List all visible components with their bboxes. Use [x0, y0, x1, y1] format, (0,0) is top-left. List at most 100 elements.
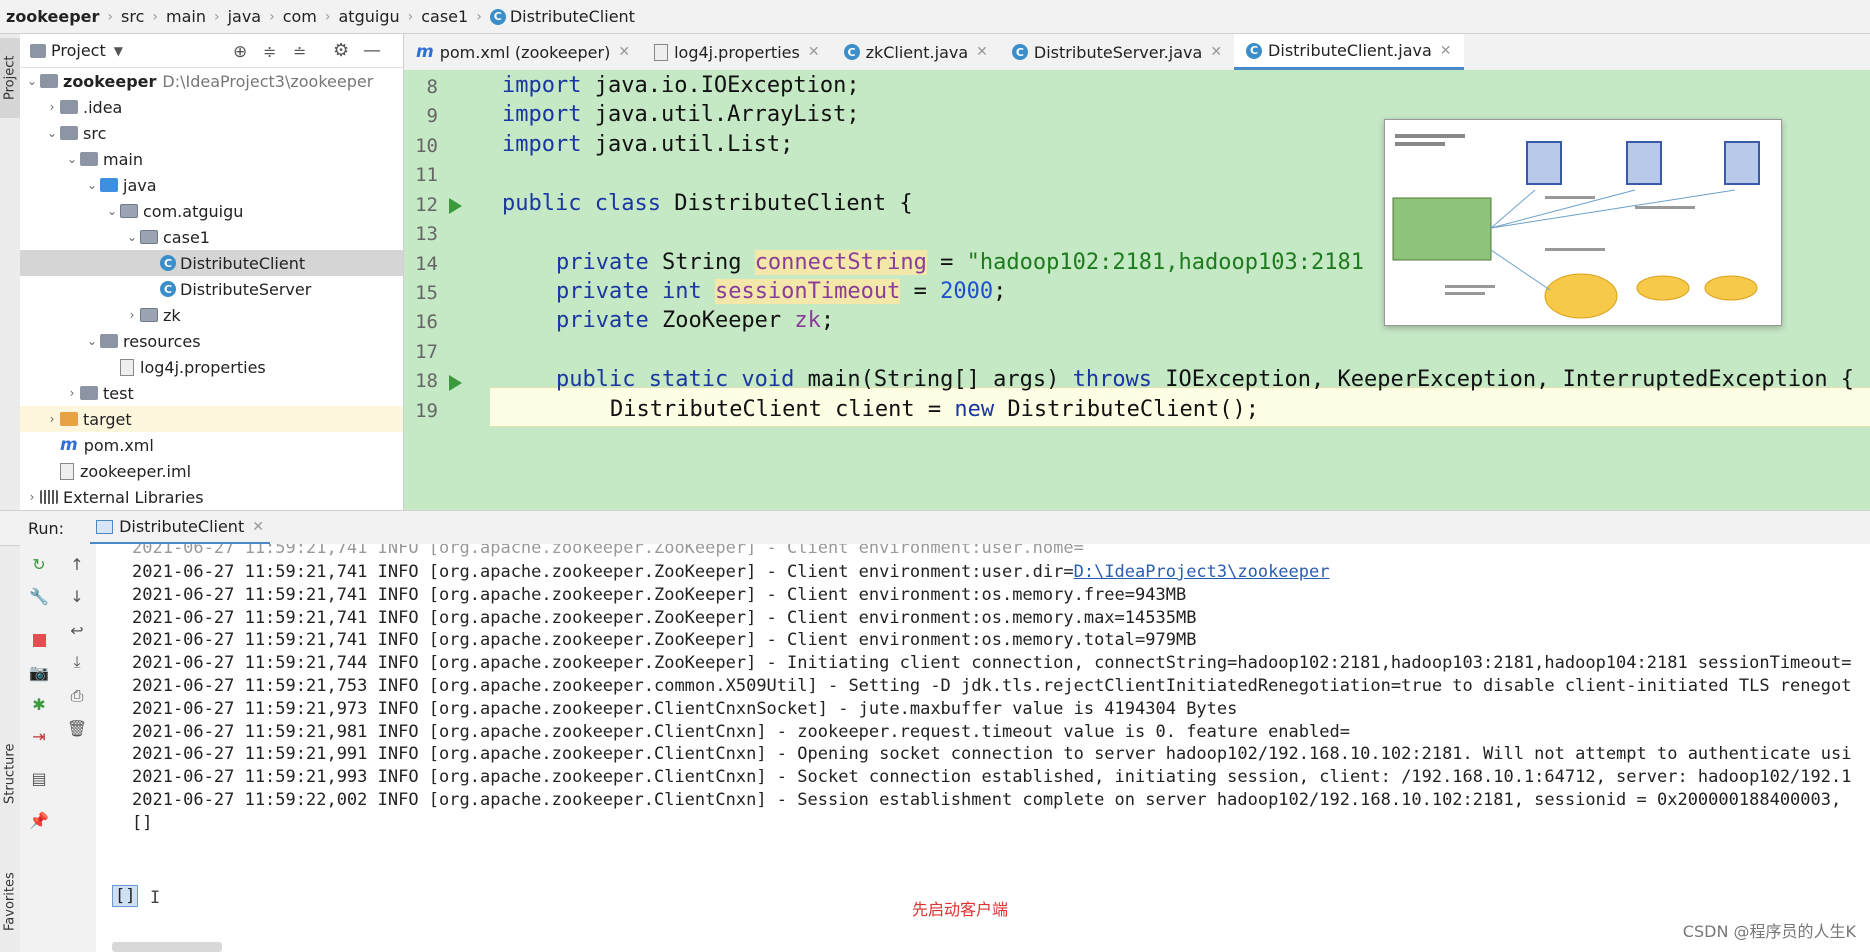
tree-item-label: External Libraries — [63, 487, 204, 507]
chevron-right-icon: › — [213, 8, 220, 25]
tree-item[interactable]: ⌄ main — [20, 146, 403, 172]
tree-item[interactable]: › target — [20, 406, 403, 432]
run-gutter-icon[interactable] — [449, 375, 462, 391]
chevron-down-icon[interactable]: ▼ — [114, 44, 123, 58]
line-number: 15 — [415, 282, 438, 304]
file-icon — [120, 358, 134, 376]
class-icon: C — [1246, 42, 1263, 59]
code-line: public static void main(String[] args) t… — [556, 367, 1855, 392]
chevron-right-icon[interactable]: › — [64, 386, 80, 400]
line-number: 13 — [415, 223, 438, 245]
tree-item[interactable]: ⌄ src — [20, 120, 403, 146]
chevron-down-icon[interactable]: ⌄ — [44, 126, 60, 140]
chevron-right-icon[interactable]: › — [44, 412, 60, 426]
tree-item[interactable]: log4j.properties — [20, 354, 403, 380]
file-icon — [60, 462, 74, 480]
locate-icon[interactable]: ⊕ — [233, 42, 247, 62]
close-icon[interactable]: ✕ — [808, 44, 820, 60]
diagram-overlay — [1384, 119, 1782, 326]
tree-item[interactable]: ⌄ com.atguigu — [20, 198, 403, 224]
horizontal-scrollbar[interactable] — [112, 942, 222, 952]
project-panel-title[interactable]: Project — [51, 41, 106, 60]
trash-icon[interactable]: 🗑 — [67, 718, 87, 738]
tree-item[interactable]: C DistributeClient — [20, 250, 403, 276]
left-tool-stripe: Project Structure Favorites — [0, 34, 21, 952]
run-tab-distributeclient[interactable]: DistributeClient ✕ — [90, 511, 270, 545]
code-line: private String connectString = "hadoop10… — [556, 250, 1364, 275]
breadcrumb-item[interactable]: zookeeper — [6, 7, 99, 26]
tree-item[interactable]: › test — [20, 380, 403, 406]
layout-icon[interactable]: ▤ — [29, 768, 49, 788]
chevron-down-icon[interactable]: ⌄ — [84, 178, 100, 192]
exit-icon[interactable]: ⇥ — [29, 726, 49, 746]
debug-icon[interactable]: ✱ — [29, 694, 49, 714]
chevron-down-icon[interactable]: ⌄ — [104, 204, 120, 218]
tab-zkclient-java[interactable]: CzkClient.java ✕ — [832, 34, 1000, 70]
breadcrumb-item[interactable]: atguigu — [339, 7, 400, 26]
run-gutter-icon[interactable] — [449, 198, 462, 214]
tree-item[interactable]: › External Libraries — [20, 484, 403, 510]
side-tab-structure[interactable]: Structure — [0, 734, 20, 814]
expand-all-icon[interactable]: ≑ — [263, 42, 276, 61]
close-icon[interactable]: ✕ — [618, 44, 630, 60]
tree-item[interactable]: ⌄ case1 — [20, 224, 403, 250]
close-icon[interactable]: ✕ — [1210, 44, 1222, 60]
annotation-note: 先启动客户端 — [912, 900, 1009, 919]
chevron-down-icon[interactable]: ⌄ — [124, 230, 140, 244]
pin-icon[interactable]: 📌 — [29, 810, 49, 830]
gear-icon[interactable]: ⚙ — [333, 40, 349, 61]
tree-item[interactable]: › .idea — [20, 94, 403, 120]
breadcrumb-item[interactable]: main — [166, 7, 206, 26]
tree-item[interactable]: ⌄ resources — [20, 328, 403, 354]
tree-item[interactable]: › zk — [20, 302, 403, 328]
tree-item[interactable]: C DistributeServer — [20, 276, 403, 302]
stop-icon[interactable] — [29, 630, 49, 650]
chevron-down-icon[interactable]: ⌄ — [24, 74, 40, 88]
tree-item[interactable]: m pom.xml — [20, 432, 403, 458]
line-number: 17 — [415, 341, 438, 363]
tree-item[interactable]: zookeeper.iml — [20, 458, 403, 484]
tree-item-label: case1 — [163, 227, 210, 247]
minimize-icon[interactable]: — — [363, 40, 381, 61]
folder-icon — [80, 152, 98, 166]
line-number: 8 — [426, 76, 438, 98]
chevron-right-icon: › — [324, 8, 331, 25]
tab-distributeclient-java[interactable]: C DistributeClient.java ✕ — [1234, 34, 1464, 70]
chevron-down-icon[interactable]: ⌄ — [84, 334, 100, 348]
arrow-down-icon[interactable]: ↓ — [67, 586, 87, 606]
breadcrumb-item[interactable]: java — [228, 7, 262, 26]
tree-item[interactable]: ⌄ java — [20, 172, 403, 198]
tree-item-label: .idea — [83, 97, 123, 117]
console-output[interactable]: 2021-06-27 11:59:21,741 INFO [org.apache… — [96, 544, 1870, 952]
wrench-icon[interactable]: 🔧 — [29, 586, 49, 606]
code-line: DistributeClient client = new Distribute… — [610, 397, 1260, 422]
breadcrumb-item[interactable]: DistributeClient — [510, 7, 635, 26]
side-tab-favorites[interactable]: Favorites — [0, 862, 20, 942]
collapse-all-icon[interactable]: ≐ — [293, 42, 306, 61]
breadcrumb-item[interactable]: case1 — [421, 7, 468, 26]
breadcrumb-item[interactable]: src — [121, 7, 144, 26]
folder-icon — [80, 386, 98, 400]
tree-item[interactable]: ⌄ zookeeper D:\IdeaProject3\zookeeper — [20, 68, 403, 94]
camera-icon[interactable]: 📷 — [29, 662, 49, 682]
close-icon[interactable]: ✕ — [976, 44, 988, 60]
arrow-up-icon[interactable]: ↑ — [67, 554, 87, 574]
side-tab-project[interactable]: Project — [0, 38, 20, 118]
close-icon[interactable]: ✕ — [1440, 43, 1452, 59]
print-icon[interactable]: ⎙ — [67, 686, 87, 706]
tab-pom-xml[interactable]: m pom.xml (zookeeper) ✕ — [404, 34, 642, 70]
chevron-down-icon[interactable]: ⌄ — [64, 152, 80, 166]
breadcrumb-item[interactable]: com — [283, 7, 317, 26]
console-line: 2021-06-27 11:59:21,981 INFO [org.apache… — [132, 721, 1350, 742]
console-link[interactable]: D:\IdeaProject3\zookeeper — [1074, 562, 1330, 582]
chevron-right-icon[interactable]: › — [124, 308, 140, 322]
close-icon[interactable]: ✕ — [252, 519, 264, 535]
rerun-icon[interactable]: ↻ — [29, 554, 49, 574]
tree-item-label: log4j.properties — [140, 357, 266, 377]
soft-wrap-icon[interactable]: ↩ — [67, 620, 87, 640]
tab-distributeserver-java[interactable]: C DistributeServer.java ✕ — [1000, 34, 1234, 70]
tab-log4j-properties[interactable]: log4j.properties ✕ — [642, 34, 831, 70]
scroll-to-end-icon[interactable]: ⤓ — [67, 652, 87, 672]
chevron-right-icon[interactable]: › — [24, 490, 40, 504]
chevron-right-icon[interactable]: › — [44, 100, 60, 114]
